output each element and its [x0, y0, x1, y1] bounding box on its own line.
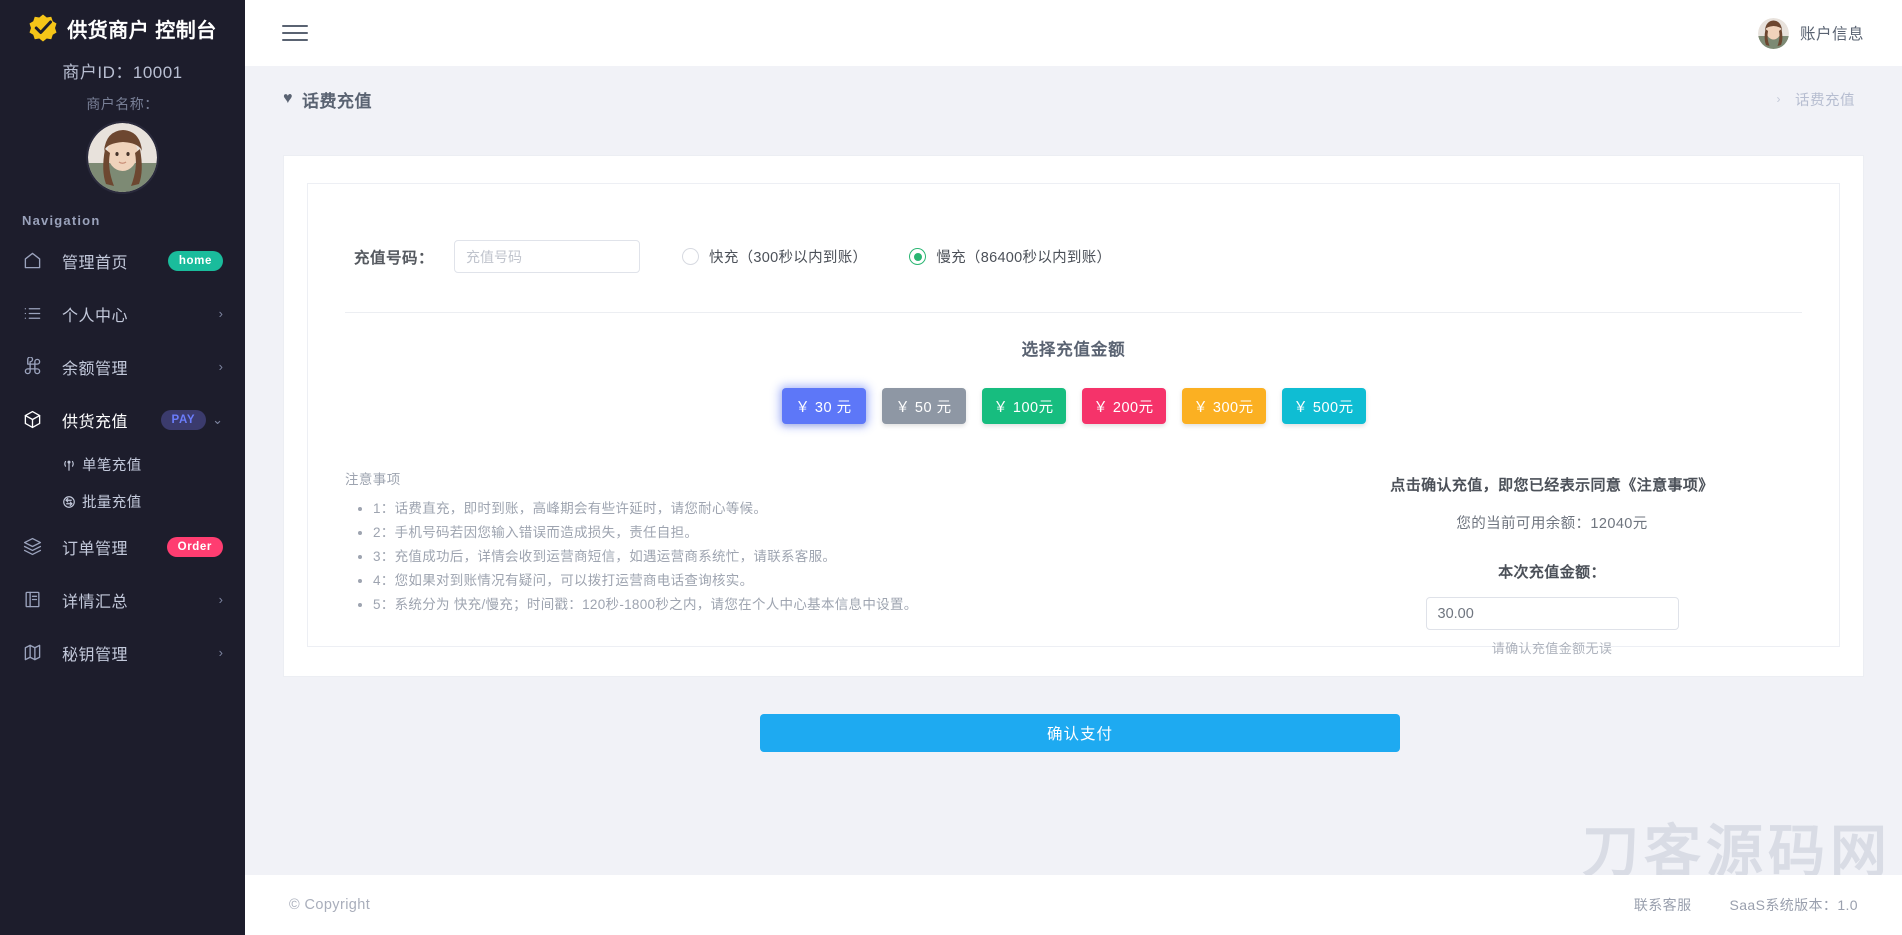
copyright-text: © Copyright — [289, 897, 370, 913]
sidebar-item-label: 秘钥管理 — [62, 641, 213, 665]
lower-section: 注意事项 1：话费直充，即时到账，高峰期会有些许延时，请您耐心等候。 2：手机号… — [308, 468, 1839, 657]
avatar — [88, 123, 157, 192]
sidebar-item-label: 余额管理 — [62, 355, 213, 379]
chevron-down-icon: ⌄ — [212, 413, 223, 426]
list-item: 1：话费直充，即时到账，高峰期会有些许延时，请您耐心等候。 — [373, 497, 1065, 521]
list-icon — [22, 304, 42, 324]
sidebar-badge-order: Order — [167, 537, 223, 557]
top-bar: 账户信息 — [245, 0, 1902, 66]
amount-button-50[interactable]: ￥ 50 元 — [882, 388, 966, 424]
notes-block: 注意事项 1：话费直充，即时到账，高峰期会有些许延时，请您耐心等候。 2：手机号… — [345, 468, 1065, 657]
page-title: ♥ 话费充值 — [283, 87, 372, 112]
chevron-right-icon: › — [219, 360, 223, 373]
amount-button-100[interactable]: ￥ 100元 — [982, 388, 1066, 424]
radio-icon[interactable] — [682, 248, 699, 265]
breadcrumb-current[interactable]: 话费充值 — [1795, 89, 1855, 110]
confirm-payment-button[interactable]: 确认支付 — [760, 714, 1400, 752]
merchant-name: 商户名称： — [0, 94, 245, 114]
sidebar-subitem-batch-recharge[interactable]: 批量充值 — [0, 483, 245, 520]
brand-title: 供货商户 控制台 — [67, 14, 217, 43]
sidebar-item-orders[interactable]: 订单管理 Order — [0, 520, 245, 573]
sidebar-item-home[interactable]: 管理首页 home — [0, 234, 245, 287]
speed-option-fast-label: 快充（300秒以内到账） — [709, 246, 867, 267]
amount-section-heading: 选择充值金额 — [308, 336, 1839, 360]
list-item: 3：充值成功后，详情会收到运营商短信，如遇运营商系统忙，请联系客服。 — [373, 545, 1065, 569]
avatar — [1758, 18, 1789, 49]
book-icon — [22, 590, 42, 610]
amount-button-300[interactable]: ￥ 300元 — [1182, 388, 1266, 424]
brand-header[interactable]: 供货商户 控制台 — [0, 0, 245, 49]
watermark-brand: 刀客源码网 — [1462, 824, 1892, 881]
account-info-label: 账户信息 — [1800, 22, 1864, 44]
sidebar-item-label: 详情汇总 — [62, 588, 213, 612]
amount-button-30[interactable]: ￥ 30 元 — [782, 388, 866, 424]
nav-heading: Navigation — [22, 213, 245, 228]
chevron-right-icon: › — [219, 307, 223, 320]
agreement-text: 点击确认充值，即您已经表示同意《注意事项》 — [1302, 474, 1802, 495]
speed-option-slow-label: 慢充（86400秒以内到账） — [936, 246, 1111, 267]
sidebar-subitem-single-recharge[interactable]: 单笔充值 — [0, 446, 245, 483]
section-divider — [345, 312, 1802, 313]
version-text: SaaS系统版本：1.0 — [1729, 895, 1858, 915]
payment-summary: 点击确认充值，即您已经表示同意《注意事项》 您的当前可用余额：12040元 本次… — [1302, 468, 1802, 657]
speed-option-fast[interactable]: 快充（300秒以内到账） — [682, 246, 867, 267]
breadcrumb: › 话费充值 — [1777, 89, 1856, 110]
sidebar-item-profile[interactable]: 个人中心 › — [0, 287, 245, 340]
account-info-button[interactable]: 账户信息 — [1758, 18, 1864, 49]
recharge-number-label: 充值号码： — [354, 246, 434, 268]
amount-button-200[interactable]: ￥ 200元 — [1082, 388, 1166, 424]
footer-links: 联系客服 SaaS系统版本：1.0 — [1634, 895, 1858, 915]
sidebar-item-label: 订单管理 — [62, 535, 167, 559]
sidebar-item-label: 供货充值 — [62, 408, 161, 432]
recharge-number-input[interactable] — [454, 240, 640, 273]
recharge-form-row: 充值号码： 快充（300秒以内到账） 慢充（86400秒以内到账） — [308, 184, 1839, 273]
list-item: 4：您如果对到账情况有疑问，可以拨打运营商电话查询核实。 — [373, 569, 1065, 593]
chevron-right-icon: › — [219, 593, 223, 606]
amount-options-row: ￥ 30 元 ￥ 50 元 ￥ 100元 ￥ 200元 ￥ 300元 ￥ 500… — [308, 388, 1839, 424]
speed-option-slow[interactable]: 慢充（86400秒以内到账） — [909, 246, 1111, 267]
hamburger-icon[interactable] — [282, 23, 308, 43]
final-amount-hint: 请确认充值金额无误 — [1302, 638, 1802, 657]
list-item: 2：手机号码若因您输入错误而造成损失，责任自担。 — [373, 521, 1065, 545]
balance-text: 您的当前可用余额：12040元 — [1302, 512, 1802, 533]
sidebar-subitem-label: 单笔充值 — [82, 454, 142, 475]
chevron-right-icon: › — [219, 646, 223, 659]
merchant-id: 商户ID：10001 — [0, 58, 245, 83]
list-item: 5：系统分为 快充/慢充；时间戳：120秒-1800秒之内，请您在个人中心基本信… — [373, 593, 1065, 617]
heart-icon: ♥ — [283, 91, 293, 107]
chevron-right-icon: › — [1777, 92, 1782, 106]
support-link[interactable]: 联系客服 — [1634, 895, 1692, 915]
layers-icon — [22, 537, 42, 557]
sidebar-badge-pay: PAY — [161, 410, 207, 430]
circle-arrows-icon — [62, 495, 76, 509]
page-title-text: 话费充值 — [302, 87, 372, 112]
amount-button-500[interactable]: ￥ 500元 — [1282, 388, 1366, 424]
final-amount-input[interactable] — [1426, 597, 1679, 630]
sidebar: 供货商户 控制台 商户ID：10001 商户名称： Navigation 管理首… — [0, 0, 245, 935]
sidebar-item-summary[interactable]: 详情汇总 › — [0, 573, 245, 626]
sidebar-badge-home: home — [168, 251, 223, 271]
notes-title: 注意事项 — [345, 468, 1065, 488]
notes-list: 1：话费直充，即时到账，高峰期会有些许延时，请您耐心等候。 2：手机号码若因您输… — [373, 497, 1065, 617]
brand-logo-icon — [28, 13, 58, 43]
page-title-bar: ♥ 话费充值 › 话费充值 — [245, 66, 1902, 132]
sidebar-subitem-label: 批量充值 — [82, 491, 142, 512]
map-icon — [22, 643, 42, 663]
home-icon — [22, 251, 42, 271]
sidebar-item-label: 管理首页 — [62, 249, 168, 273]
sidebar-item-label: 个人中心 — [62, 302, 213, 326]
sidebar-avatar-wrap — [0, 123, 245, 192]
recharge-card: 充值号码： 快充（300秒以内到账） 慢充（86400秒以内到账） 选择充值金额… — [283, 155, 1864, 677]
command-icon — [22, 357, 42, 377]
antenna-icon — [62, 458, 76, 472]
radio-selected-icon[interactable] — [909, 248, 926, 265]
sidebar-item-recharge[interactable]: 供货充值 PAY ⌄ — [0, 393, 245, 446]
box-icon — [22, 410, 42, 430]
recharge-inner-panel: 充值号码： 快充（300秒以内到账） 慢充（86400秒以内到账） 选择充值金额… — [307, 183, 1840, 647]
sidebar-item-keys[interactable]: 秘钥管理 › — [0, 626, 245, 679]
sidebar-item-balance[interactable]: 余额管理 › — [0, 340, 245, 393]
final-amount-label: 本次充值金额： — [1302, 561, 1802, 582]
footer: © Copyright 联系客服 SaaS系统版本：1.0 — [245, 875, 1902, 935]
